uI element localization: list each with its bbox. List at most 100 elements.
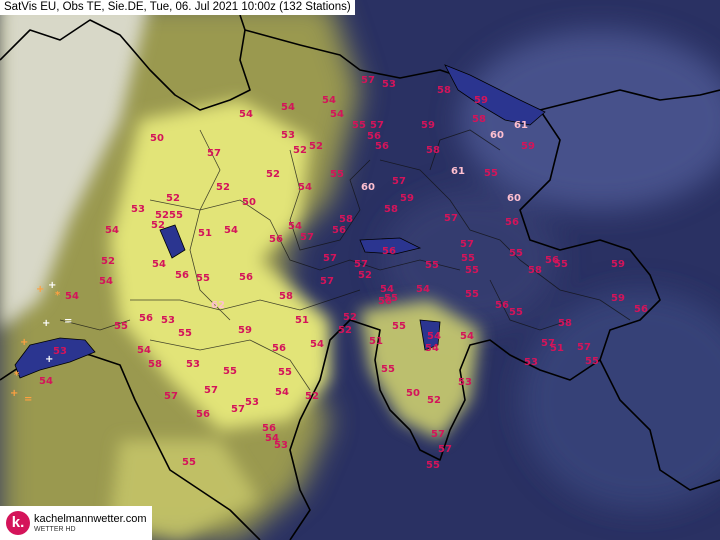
station-value: 57 (320, 276, 334, 287)
station-value: 57 (323, 253, 337, 264)
station-value: 58 (558, 318, 572, 329)
station-value: 55 (585, 356, 599, 367)
station-value: 55 (392, 321, 406, 332)
logo-name: kachelmannwetter.com (34, 512, 147, 525)
satellite-map: + + * + = + + * + = 57 53 58 59 54 54 54 54 55 57… (0, 0, 720, 540)
station-value: 58 (339, 214, 353, 225)
station-value: 60 (507, 193, 521, 204)
station-value: 55 (384, 293, 398, 304)
station-value: 53 (161, 315, 175, 326)
station-value: 56 (269, 234, 283, 245)
station-value: 55 (223, 366, 237, 377)
svg-text:*: * (55, 290, 61, 301)
station-value: 50 (242, 197, 256, 208)
station-value: 55 (352, 120, 366, 131)
station-value: 54 (425, 343, 439, 354)
station-value: 53 (186, 359, 200, 370)
station-value: 56 (495, 300, 509, 311)
station-value: 52 (166, 193, 180, 204)
station-value: 58 (426, 145, 440, 156)
station-value: 54 (39, 376, 53, 387)
station-value: 55 (196, 273, 210, 284)
station-value: 61 (451, 166, 465, 177)
station-value: 55 (425, 260, 439, 271)
station-value: 55 (169, 210, 183, 221)
station-value: 52 (101, 256, 115, 267)
station-value: 53 (245, 397, 259, 408)
station-value: 54 (310, 339, 324, 350)
station-value: 54 (275, 387, 289, 398)
station-value: 55 (182, 457, 196, 468)
station-value: 54 (224, 225, 238, 236)
station-value: 56 (239, 272, 253, 283)
station-value: 57 (354, 259, 368, 270)
station-value: 56 (332, 225, 346, 236)
station-value: 54 (288, 221, 302, 232)
station-value: 55 (426, 460, 440, 471)
station-value: 53 (281, 130, 295, 141)
station-value: 53 (458, 377, 472, 388)
station-value: 59 (611, 259, 625, 270)
station-value: 57 (460, 239, 474, 250)
station-value: 53 (131, 204, 145, 215)
station-value: 55 (461, 253, 475, 264)
station-value: 60 (490, 130, 504, 141)
station-value: 59 (400, 193, 414, 204)
svg-text:=: = (64, 316, 72, 327)
station-value: 53 (524, 357, 538, 368)
station-value: 51 (550, 343, 564, 354)
station-value: 50 (406, 388, 420, 399)
station-value: 54 (460, 331, 474, 342)
station-value: 51 (369, 336, 383, 347)
station-value: 59 (421, 120, 435, 131)
station-value: 58 (437, 85, 451, 96)
station-value: 55 (114, 321, 128, 332)
logo[interactable]: k. kachelmannwetter.com WETTER HD (0, 506, 152, 540)
station-value: 57 (370, 120, 384, 131)
station-value: 55 (509, 248, 523, 259)
station-value: 57 (300, 232, 314, 243)
station-value: 53 (53, 346, 67, 357)
station-value: 57 (164, 391, 178, 402)
station-value: 54 (239, 109, 253, 120)
station-value: 62 (211, 300, 225, 311)
svg-text:+: + (20, 337, 28, 348)
station-value: 55 (465, 289, 479, 300)
station-value: 52 (305, 391, 319, 402)
station-value: 51 (295, 315, 309, 326)
station-value: 56 (196, 409, 210, 420)
station-value: 57 (444, 213, 458, 224)
station-value: 54 (99, 276, 113, 287)
station-value: 57 (431, 429, 445, 440)
station-value: 59 (611, 293, 625, 304)
station-value: 57 (392, 176, 406, 187)
station-value: 54 (137, 345, 151, 356)
station-value: 52 (343, 312, 357, 323)
station-value: 54 (330, 109, 344, 120)
station-value: 53 (274, 440, 288, 451)
station-value: 57 (204, 385, 218, 396)
station-value: 52 (309, 141, 323, 152)
station-value: 55 (330, 169, 344, 180)
station-value: 54 (281, 102, 295, 113)
station-value: 57 (361, 75, 375, 86)
svg-text:+: + (10, 388, 18, 399)
station-value: 56 (139, 313, 153, 324)
station-value: 56 (272, 343, 286, 354)
station-value: 59 (474, 95, 488, 106)
station-value: 59 (521, 141, 535, 152)
station-value: 55 (509, 307, 523, 318)
station-value: 58 (279, 291, 293, 302)
station-value: 55 (465, 265, 479, 276)
station-value: 52 (293, 145, 307, 156)
station-value: 54 (65, 291, 79, 302)
station-value: 54 (427, 331, 441, 342)
station-value: 54 (416, 284, 430, 295)
station-value: 52 (151, 220, 165, 231)
station-value: 55 (178, 328, 192, 339)
svg-text:+: + (42, 318, 50, 329)
station-value: 53 (382, 79, 396, 90)
station-value: 56 (505, 217, 519, 228)
station-value: 56 (375, 141, 389, 152)
logo-icon: k. (6, 511, 30, 535)
